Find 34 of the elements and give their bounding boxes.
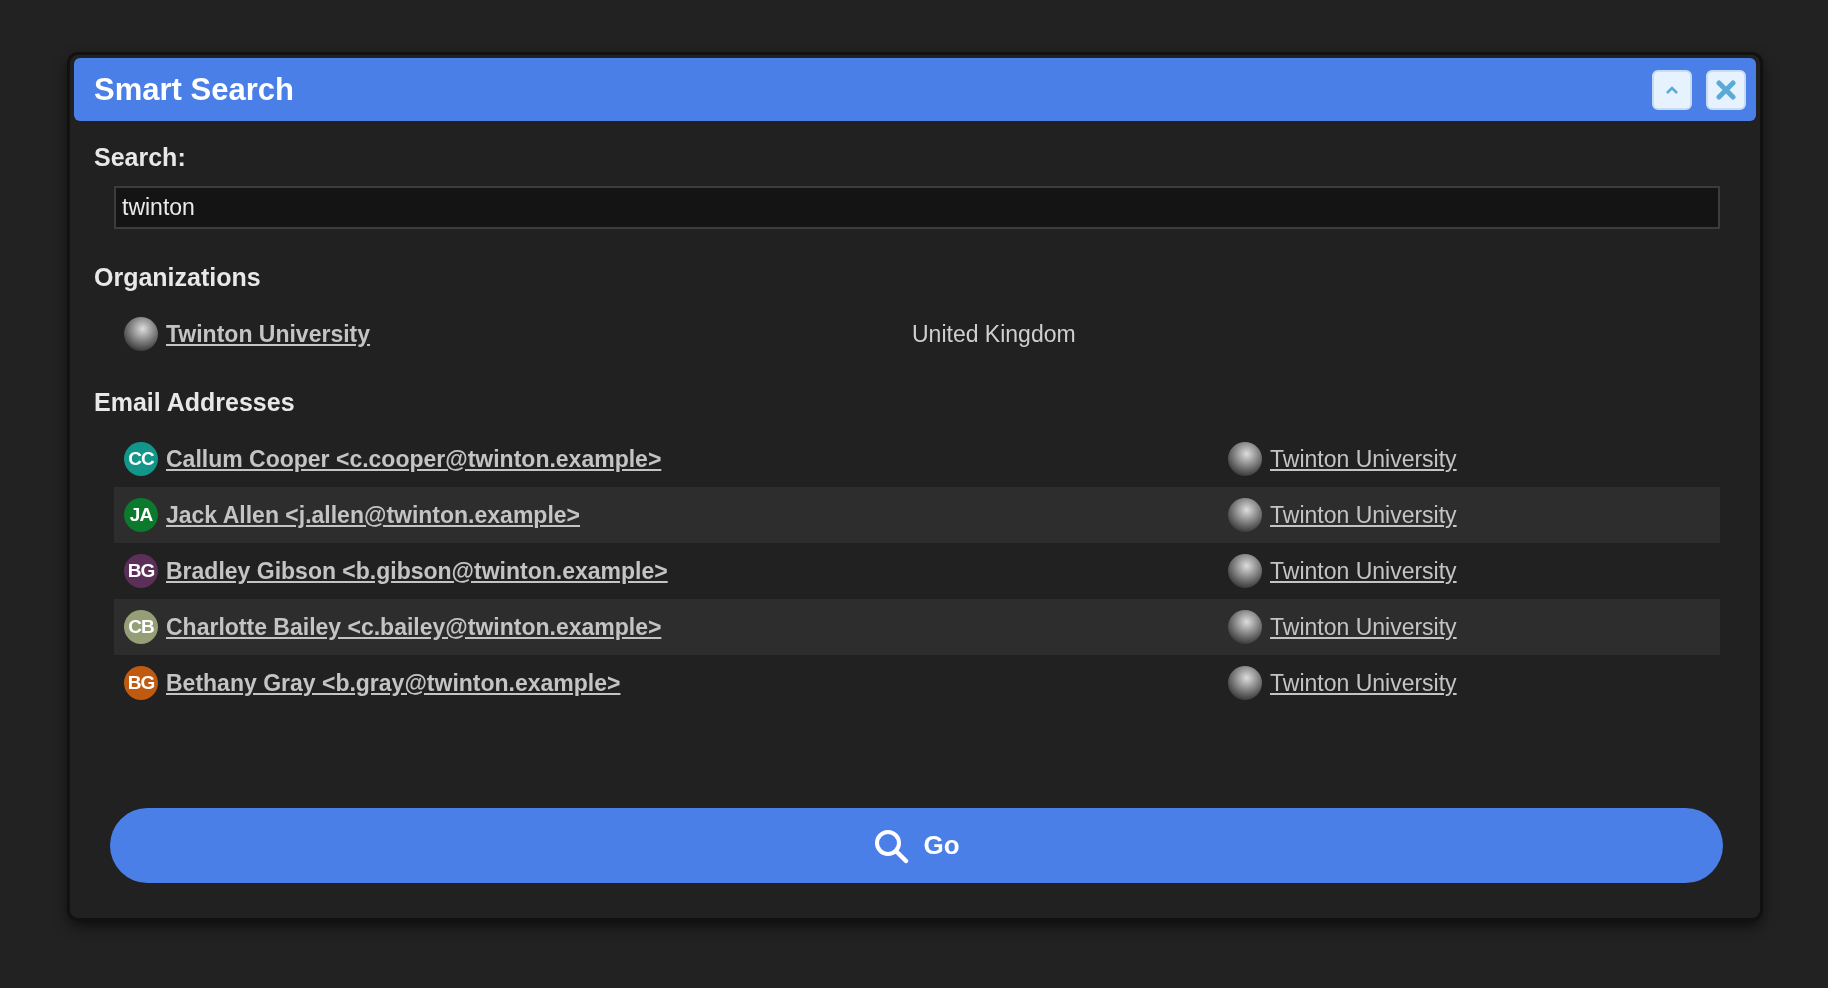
go-button[interactable]: Go bbox=[110, 808, 1723, 883]
photo-placeholder bbox=[1228, 442, 1262, 476]
organization-link[interactable]: Twinton University bbox=[1270, 613, 1457, 641]
close-button[interactable] bbox=[1706, 69, 1746, 110]
initials-avatar: JA bbox=[124, 498, 158, 532]
photo-placeholder bbox=[1228, 554, 1262, 588]
initials-avatar: CC bbox=[124, 442, 158, 476]
photo-placeholder bbox=[1228, 610, 1262, 644]
window-title: Smart Search bbox=[94, 71, 295, 108]
organization-link[interactable]: Twinton University bbox=[1270, 669, 1457, 697]
contact-link[interactable]: Jack Allen <j.allen@twinton.example> bbox=[166, 501, 580, 529]
photo-placeholder bbox=[1228, 498, 1262, 532]
caret-up-icon bbox=[1665, 84, 1679, 95]
country-text: United Kingdom bbox=[912, 320, 1076, 348]
initials-avatar: BG bbox=[124, 666, 158, 700]
organization-link[interactable]: Twinton University bbox=[166, 320, 371, 348]
search-label: Search: bbox=[94, 143, 187, 172]
organization-link[interactable]: Twinton University bbox=[1270, 557, 1457, 585]
close-icon bbox=[1716, 79, 1736, 100]
section-heading: Organizations bbox=[94, 263, 262, 292]
initials-avatar: CB bbox=[124, 610, 158, 644]
photo-placeholder bbox=[1228, 666, 1262, 700]
organization-link[interactable]: Twinton University bbox=[1270, 501, 1457, 529]
search-icon bbox=[873, 827, 910, 864]
section-heading: Email Addresses bbox=[94, 388, 296, 417]
contact-link[interactable]: Bethany Gray <b.gray@twinton.example> bbox=[166, 669, 621, 697]
organization-link[interactable]: Twinton University bbox=[1270, 445, 1457, 473]
contact-link[interactable]: Callum Cooper <c.cooper@twinton.example> bbox=[166, 445, 662, 473]
contact-link[interactable]: Charlotte Bailey <c.bailey@twinton.example> bbox=[166, 613, 662, 641]
initials-avatar: BG bbox=[124, 554, 158, 588]
collapse-button[interactable] bbox=[1652, 69, 1692, 110]
search-field[interactable]: twinton bbox=[114, 186, 1720, 229]
contact-link[interactable]: Bradley Gibson <b.gibson@twinton.example> bbox=[166, 557, 668, 585]
photo-placeholder bbox=[124, 317, 158, 351]
